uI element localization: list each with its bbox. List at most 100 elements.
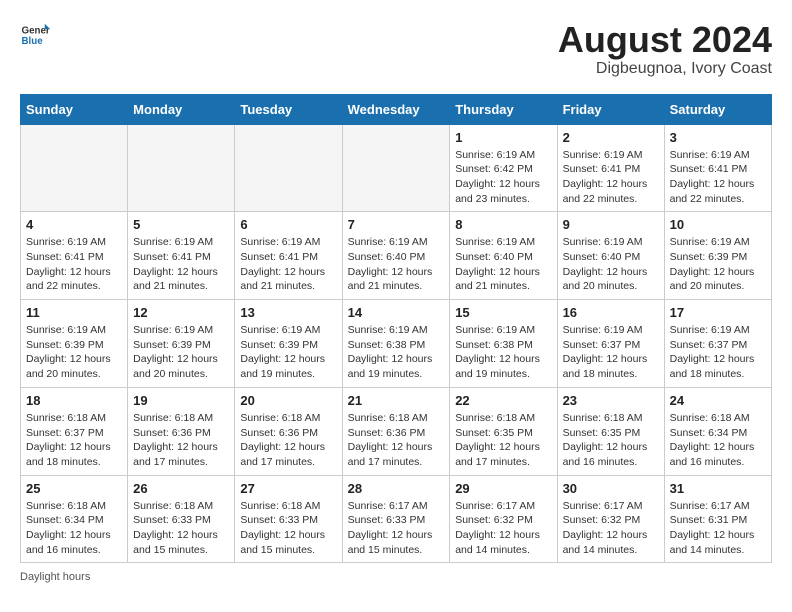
day-detail: Sunrise: 6:19 AM Sunset: 6:38 PM Dayligh… — [348, 323, 445, 382]
calendar-cell: 2 Sunrise: 6:19 AM Sunset: 6:41 PM Daylig… — [557, 124, 664, 212]
day-detail: Sunrise: 6:19 AM Sunset: 6:42 PM Dayligh… — [455, 148, 551, 207]
day-number: 4 — [26, 217, 122, 232]
day-number: 21 — [348, 393, 445, 408]
calendar-cell: 13Sunrise: 6:19 AM Sunset: 6:39 PM Dayli… — [235, 300, 342, 388]
day-detail: Sunrise: 6:18 AM Sunset: 6:36 PM Dayligh… — [348, 411, 445, 470]
weekday-header-friday: Friday — [557, 94, 664, 124]
day-number: 14 — [348, 305, 445, 320]
day-detail: Sunrise: 6:19 AM Sunset: 6:37 PM Dayligh… — [563, 323, 659, 382]
calendar-cell: 29Sunrise: 6:17 AM Sunset: 6:32 PM Dayli… — [450, 475, 557, 563]
day-number: 16 — [563, 305, 659, 320]
day-detail: Sunrise: 6:19 AM Sunset: 6:39 PM Dayligh… — [670, 235, 766, 294]
calendar-cell: 20Sunrise: 6:18 AM Sunset: 6:36 PM Dayli… — [235, 387, 342, 475]
calendar-cell: 22Sunrise: 6:18 AM Sunset: 6:35 PM Dayli… — [450, 387, 557, 475]
day-detail: Sunrise: 6:18 AM Sunset: 6:33 PM Dayligh… — [240, 499, 336, 558]
calendar-body: 1 Sunrise: 6:19 AM Sunset: 6:42 PM Daylig… — [21, 124, 772, 563]
day-number: 2 — [563, 130, 659, 145]
calendar-cell: 1 Sunrise: 6:19 AM Sunset: 6:42 PM Daylig… — [450, 124, 557, 212]
day-number: 6 — [240, 217, 336, 232]
calendar-table: SundayMondayTuesdayWednesdayThursdayFrid… — [20, 94, 772, 564]
calendar-cell: 3 Sunrise: 6:19 AM Sunset: 6:41 PM Daylig… — [664, 124, 771, 212]
week-row-4: 18 Sunrise: 6:18 AM Sunset: 6:37 PM Dayli… — [21, 387, 772, 475]
page-title: August 2024 — [558, 20, 772, 60]
calendar-cell: 9 Sunrise: 6:19 AM Sunset: 6:40 PM Daylig… — [557, 212, 664, 300]
day-detail: Sunrise: 6:19 AM Sunset: 6:41 PM Dayligh… — [670, 148, 766, 207]
day-detail: Sunrise: 6:18 AM Sunset: 6:36 PM Dayligh… — [240, 411, 336, 470]
day-detail: Sunrise: 6:17 AM Sunset: 6:31 PM Dayligh… — [670, 499, 766, 558]
logo-icon: General Blue — [20, 20, 50, 50]
calendar-cell — [128, 124, 235, 212]
header: General Blue August 2024 Digbeugnoa, Ivo… — [20, 20, 772, 78]
day-detail: Sunrise: 6:18 AM Sunset: 6:33 PM Dayligh… — [133, 499, 229, 558]
day-detail: Sunrise: 6:19 AM Sunset: 6:40 PM Dayligh… — [455, 235, 551, 294]
day-detail: Sunrise: 6:19 AM Sunset: 6:39 PM Dayligh… — [26, 323, 122, 382]
day-detail: Sunrise: 6:19 AM Sunset: 6:39 PM Dayligh… — [133, 323, 229, 382]
week-row-2: 4 Sunrise: 6:19 AM Sunset: 6:41 PM Daylig… — [21, 212, 772, 300]
calendar-cell: 19 Sunrise: 6:18 AM Sunset: 6:36 PM Dayli… — [128, 387, 235, 475]
day-detail: Sunrise: 6:18 AM Sunset: 6:35 PM Dayligh… — [563, 411, 659, 470]
title-block: August 2024 Digbeugnoa, Ivory Coast — [558, 20, 772, 78]
day-detail: Sunrise: 6:17 AM Sunset: 6:33 PM Dayligh… — [348, 499, 445, 558]
weekday-header-monday: Monday — [128, 94, 235, 124]
day-number: 5 — [133, 217, 229, 232]
weekday-header-thursday: Thursday — [450, 94, 557, 124]
footer-note: Daylight hours — [20, 571, 772, 583]
logo: General Blue — [20, 20, 50, 50]
day-number: 26 — [133, 481, 229, 496]
calendar-cell: 10 Sunrise: 6:19 AM Sunset: 6:39 PM Dayli… — [664, 212, 771, 300]
week-row-1: 1 Sunrise: 6:19 AM Sunset: 6:42 PM Daylig… — [21, 124, 772, 212]
calendar-cell: 21 Sunrise: 6:18 AM Sunset: 6:36 PM Dayli… — [342, 387, 450, 475]
day-number: 3 — [670, 130, 766, 145]
day-number: 19 — [133, 393, 229, 408]
calendar-cell: 14 Sunrise: 6:19 AM Sunset: 6:38 PM Dayli… — [342, 300, 450, 388]
day-number: 10 — [670, 217, 766, 232]
day-detail: Sunrise: 6:18 AM Sunset: 6:37 PM Dayligh… — [26, 411, 122, 470]
day-detail: Sunrise: 6:18 AM Sunset: 6:36 PM Dayligh… — [133, 411, 229, 470]
day-detail: Sunrise: 6:19 AM Sunset: 6:40 PM Dayligh… — [563, 235, 659, 294]
calendar-cell: 23 Sunrise: 6:18 AM Sunset: 6:35 PM Dayli… — [557, 387, 664, 475]
calendar-cell — [342, 124, 450, 212]
calendar-cell: 15Sunrise: 6:19 AM Sunset: 6:38 PM Dayli… — [450, 300, 557, 388]
calendar-cell: 28 Sunrise: 6:17 AM Sunset: 6:33 PM Dayli… — [342, 475, 450, 563]
calendar-cell: 4 Sunrise: 6:19 AM Sunset: 6:41 PM Daylig… — [21, 212, 128, 300]
calendar-header: SundayMondayTuesdayWednesdayThursdayFrid… — [21, 94, 772, 124]
day-detail: Sunrise: 6:18 AM Sunset: 6:35 PM Dayligh… — [455, 411, 551, 470]
day-number: 1 — [455, 130, 551, 145]
weekday-header-tuesday: Tuesday — [235, 94, 342, 124]
day-number: 23 — [563, 393, 659, 408]
day-number: 24 — [670, 393, 766, 408]
day-number: 18 — [26, 393, 122, 408]
calendar-cell: 30Sunrise: 6:17 AM Sunset: 6:32 PM Dayli… — [557, 475, 664, 563]
day-number: 25 — [26, 481, 122, 496]
day-detail: Sunrise: 6:19 AM Sunset: 6:41 PM Dayligh… — [133, 235, 229, 294]
day-detail: Sunrise: 6:19 AM Sunset: 6:41 PM Dayligh… — [240, 235, 336, 294]
weekday-header-saturday: Saturday — [664, 94, 771, 124]
day-detail: Sunrise: 6:19 AM Sunset: 6:41 PM Dayligh… — [563, 148, 659, 207]
calendar-cell: 8Sunrise: 6:19 AM Sunset: 6:40 PM Daylig… — [450, 212, 557, 300]
day-number: 15 — [455, 305, 551, 320]
day-number: 30 — [563, 481, 659, 496]
day-number: 31 — [670, 481, 766, 496]
week-row-5: 25 Sunrise: 6:18 AM Sunset: 6:34 PM Dayli… — [21, 475, 772, 563]
day-number: 7 — [348, 217, 445, 232]
calendar-cell: 31 Sunrise: 6:17 AM Sunset: 6:31 PM Dayli… — [664, 475, 771, 563]
calendar-cell: 24 Sunrise: 6:18 AM Sunset: 6:34 PM Dayli… — [664, 387, 771, 475]
week-row-3: 11Sunrise: 6:19 AM Sunset: 6:39 PM Dayli… — [21, 300, 772, 388]
day-detail: Sunrise: 6:19 AM Sunset: 6:39 PM Dayligh… — [240, 323, 336, 382]
day-detail: Sunrise: 6:18 AM Sunset: 6:34 PM Dayligh… — [670, 411, 766, 470]
weekday-header-wednesday: Wednesday — [342, 94, 450, 124]
day-number: 28 — [348, 481, 445, 496]
day-detail: Sunrise: 6:18 AM Sunset: 6:34 PM Dayligh… — [26, 499, 122, 558]
calendar-cell: 5 Sunrise: 6:19 AM Sunset: 6:41 PM Daylig… — [128, 212, 235, 300]
calendar-cell: 6 Sunrise: 6:19 AM Sunset: 6:41 PM Daylig… — [235, 212, 342, 300]
footer-text: Daylight hours — [20, 571, 90, 583]
day-detail: Sunrise: 6:19 AM Sunset: 6:41 PM Dayligh… — [26, 235, 122, 294]
calendar-cell: 16 Sunrise: 6:19 AM Sunset: 6:37 PM Dayli… — [557, 300, 664, 388]
calendar-cell — [21, 124, 128, 212]
calendar-cell: 25 Sunrise: 6:18 AM Sunset: 6:34 PM Dayli… — [21, 475, 128, 563]
weekday-header-sunday: Sunday — [21, 94, 128, 124]
calendar-cell: 26 Sunrise: 6:18 AM Sunset: 6:33 PM Dayli… — [128, 475, 235, 563]
day-number: 9 — [563, 217, 659, 232]
day-detail: Sunrise: 6:19 AM Sunset: 6:37 PM Dayligh… — [670, 323, 766, 382]
weekday-header-row: SundayMondayTuesdayWednesdayThursdayFrid… — [21, 94, 772, 124]
